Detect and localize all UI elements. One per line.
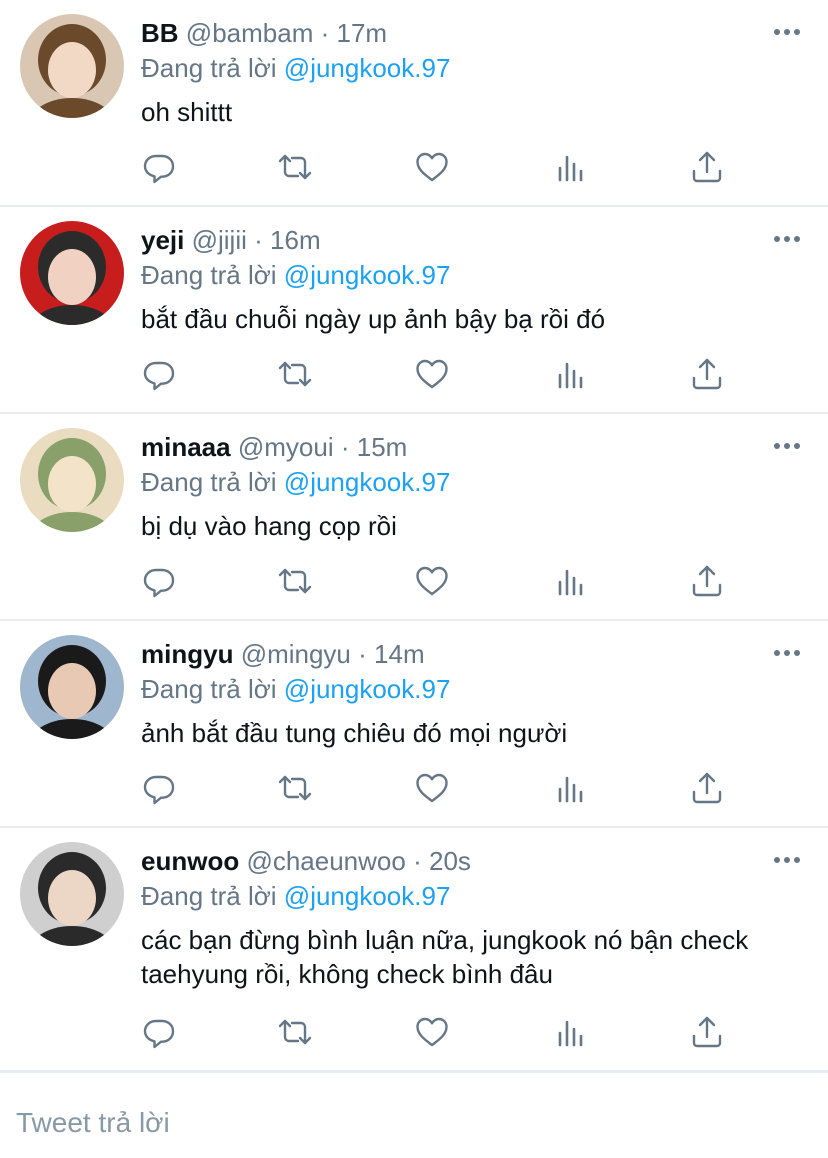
- avatar-image: [20, 842, 124, 946]
- replying-to: Đang trả lời @jungkook.97: [141, 465, 450, 499]
- replying-to: Đang trả lời @jungkook.97: [141, 672, 450, 706]
- heart-icon[interactable]: [414, 563, 450, 599]
- more-icon[interactable]: [772, 643, 802, 663]
- reply-icon[interactable]: [141, 149, 177, 185]
- tweet-header: BB @bambam · 17m: [141, 16, 387, 50]
- replying-to-label: Đang trả lời: [141, 53, 277, 83]
- replying-to-label: Đang trả lời: [141, 674, 277, 704]
- tweet[interactable]: eunwoo @chaeunwoo · 20s Đang trả lời @ju…: [0, 828, 828, 1072]
- retweet-icon[interactable]: [277, 563, 313, 599]
- tweet-actions: [141, 149, 731, 189]
- share-icon[interactable]: [689, 563, 725, 599]
- avatar-image: [20, 14, 124, 118]
- display-name[interactable]: BB: [141, 18, 179, 48]
- separator-dot: ·: [413, 846, 422, 876]
- retweet-icon[interactable]: [277, 356, 313, 392]
- more-icon[interactable]: [772, 850, 802, 870]
- separator-dot: ·: [320, 18, 330, 48]
- avatar[interactable]: [20, 14, 124, 118]
- tweet[interactable]: mingyu @mingyu · 14m Đang trả lời @jungk…: [0, 621, 828, 828]
- tweet[interactable]: yeji @jijii · 16m Đang trả lời @jungkook…: [0, 207, 828, 414]
- stats-icon[interactable]: [552, 770, 588, 806]
- tweet-actions: [141, 563, 731, 603]
- reply-tweet-input[interactable]: [16, 1103, 796, 1143]
- user-handle[interactable]: @chaeunwoo: [246, 846, 405, 876]
- replying-to: Đang trả lời @jungkook.97: [141, 51, 450, 85]
- user-handle[interactable]: @myoui: [238, 432, 334, 462]
- retweet-icon[interactable]: [277, 770, 313, 806]
- timestamp[interactable]: 20s: [429, 846, 471, 876]
- avatar-image: [20, 428, 124, 532]
- avatar[interactable]: [20, 221, 124, 325]
- tweet-text: bắt đầu chuỗi ngày up ảnh bậy bạ rồi đó: [141, 304, 606, 334]
- tweet-header: minaaa @myoui · 15m: [141, 430, 407, 464]
- timestamp[interactable]: 16m: [270, 225, 321, 255]
- stats-icon[interactable]: [552, 1014, 588, 1050]
- display-name[interactable]: mingyu: [141, 639, 233, 669]
- replying-to-mention[interactable]: @jungkook.97: [284, 881, 451, 911]
- replying-to-mention[interactable]: @jungkook.97: [284, 674, 451, 704]
- replying-to-mention[interactable]: @jungkook.97: [284, 467, 451, 497]
- replying-to-label: Đang trả lời: [141, 467, 277, 497]
- avatar[interactable]: [20, 842, 124, 946]
- heart-icon[interactable]: [414, 770, 450, 806]
- retweet-icon[interactable]: [277, 1014, 313, 1050]
- display-name[interactable]: minaaa: [141, 432, 231, 462]
- display-name[interactable]: yeji: [141, 225, 184, 255]
- replying-to: Đang trả lời @jungkook.97: [141, 879, 450, 913]
- avatar[interactable]: [20, 428, 124, 532]
- timestamp[interactable]: 17m: [337, 18, 388, 48]
- tweet-header: mingyu @mingyu · 14m: [141, 637, 425, 671]
- tweet-list: BB @bambam · 17m Đang trả lời @jungkook.…: [0, 0, 828, 1072]
- heart-icon[interactable]: [414, 356, 450, 392]
- heart-icon[interactable]: [414, 149, 450, 185]
- avatar-image: [20, 635, 124, 739]
- reply-icon[interactable]: [141, 1014, 177, 1050]
- separator-dot: ·: [358, 639, 367, 669]
- user-handle[interactable]: @bambam: [186, 18, 314, 48]
- tweet-text: ảnh bắt đầu tung chiêu đó mọi người: [141, 718, 568, 748]
- share-icon[interactable]: [689, 356, 725, 392]
- timestamp[interactable]: 14m: [374, 639, 425, 669]
- reply-icon[interactable]: [141, 563, 177, 599]
- tweet-actions: [141, 356, 731, 396]
- stats-icon[interactable]: [552, 356, 588, 392]
- avatar[interactable]: [20, 635, 124, 739]
- separator-dot: ·: [340, 432, 350, 462]
- tweet-header: eunwoo @chaeunwoo · 20s: [141, 844, 471, 878]
- retweet-icon[interactable]: [277, 149, 313, 185]
- share-icon[interactable]: [689, 149, 725, 185]
- tweet-actions: [141, 1014, 731, 1054]
- heart-icon[interactable]: [414, 1014, 450, 1050]
- share-icon[interactable]: [689, 1014, 725, 1050]
- reply-icon[interactable]: [141, 770, 177, 806]
- display-name[interactable]: eunwoo: [141, 846, 239, 876]
- stats-icon[interactable]: [552, 149, 588, 185]
- replying-to-mention[interactable]: @jungkook.97: [284, 260, 451, 290]
- more-icon[interactable]: [772, 22, 802, 42]
- replying-to-mention[interactable]: @jungkook.97: [284, 53, 451, 83]
- replying-to-label: Đang trả lời: [141, 260, 277, 290]
- stats-icon[interactable]: [552, 563, 588, 599]
- avatar-image: [20, 221, 124, 325]
- tweet-text: bị dụ vào hang cọp rồi: [141, 511, 397, 541]
- timestamp[interactable]: 15m: [357, 432, 408, 462]
- tweet-header: yeji @jijii · 16m: [141, 223, 321, 257]
- tweet-text: oh shittt: [141, 97, 233, 127]
- replying-to-label: Đang trả lời: [141, 881, 277, 911]
- user-handle[interactable]: @jijii: [192, 225, 247, 255]
- reply-composer: [0, 1071, 828, 1158]
- separator-dot: ·: [254, 225, 263, 255]
- replying-to: Đang trả lời @jungkook.97: [141, 258, 450, 292]
- user-handle[interactable]: @mingyu: [241, 639, 351, 669]
- more-icon[interactable]: [772, 229, 802, 249]
- tweet-actions: [141, 770, 731, 810]
- tweet[interactable]: BB @bambam · 17m Đang trả lời @jungkook.…: [0, 0, 828, 207]
- tweet[interactable]: minaaa @myoui · 15m Đang trả lời @jungko…: [0, 414, 828, 621]
- more-icon[interactable]: [772, 436, 802, 456]
- share-icon[interactable]: [689, 770, 725, 806]
- tweet-text: các bạn đừng bình luận nữa, jungkook nó …: [141, 925, 749, 989]
- reply-icon[interactable]: [141, 356, 177, 392]
